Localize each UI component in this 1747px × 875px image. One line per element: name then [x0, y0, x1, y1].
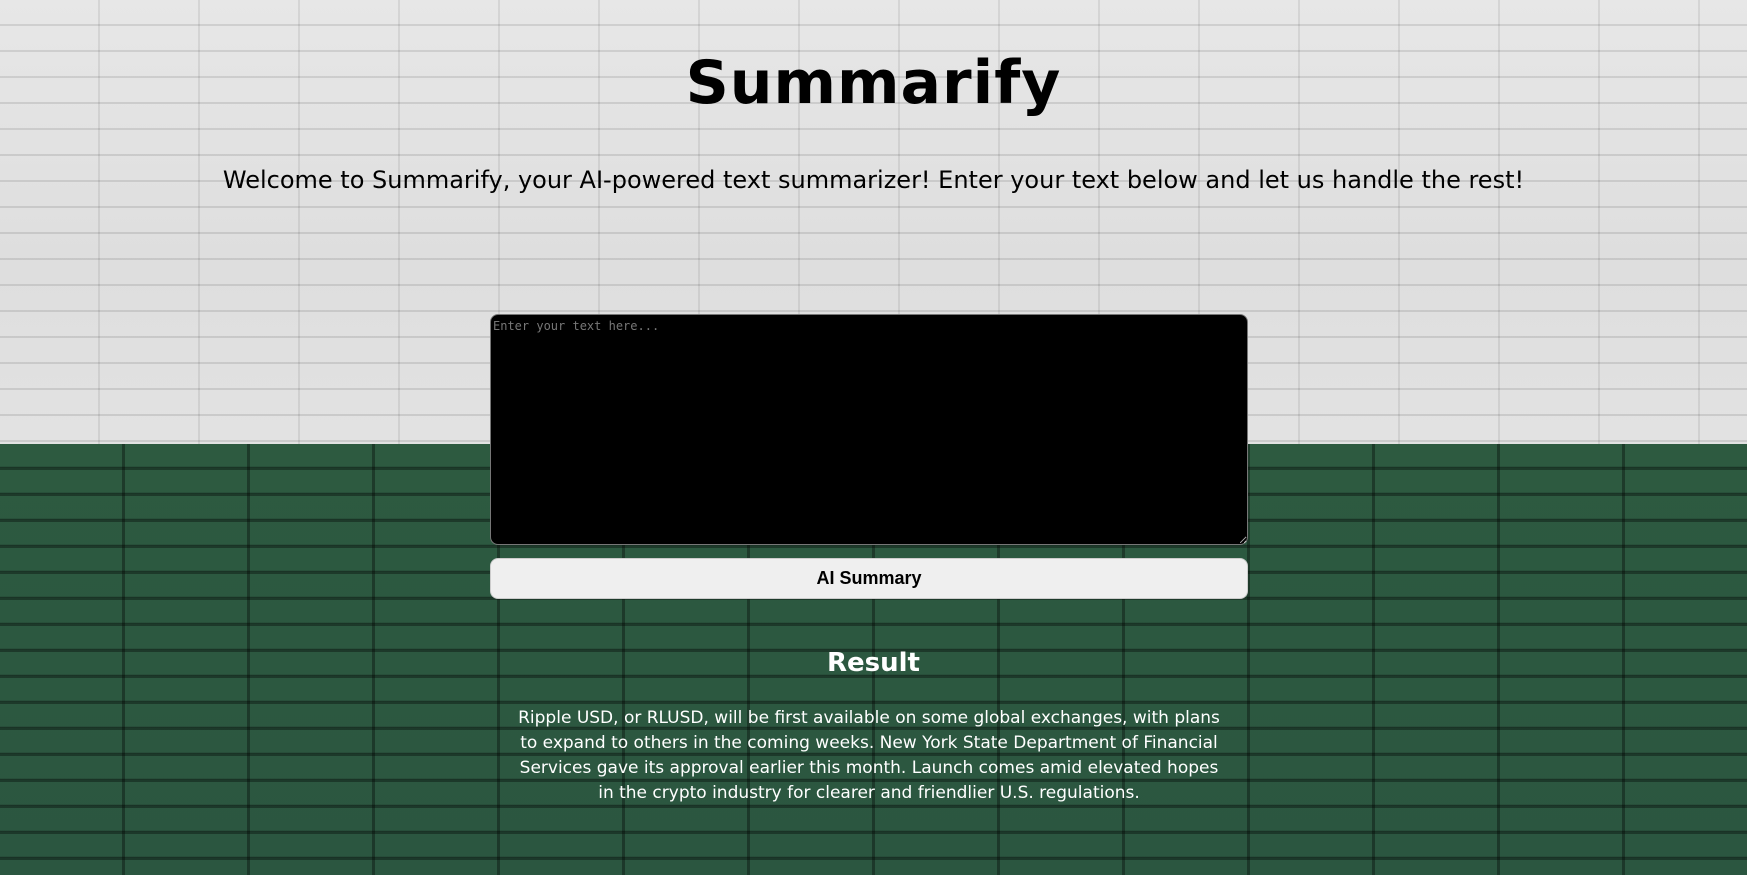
- result-text: Ripple USD, or RLUSD, will be first avai…: [518, 708, 1220, 803]
- welcome-message: Welcome to Summarify, your AI-powered te…: [222, 166, 1525, 194]
- text-input[interactable]: [490, 314, 1248, 545]
- ai-summary-button[interactable]: AI Summary: [490, 558, 1248, 599]
- page-title: Summarify: [685, 48, 1062, 118]
- result-heading: Result: [827, 648, 920, 678]
